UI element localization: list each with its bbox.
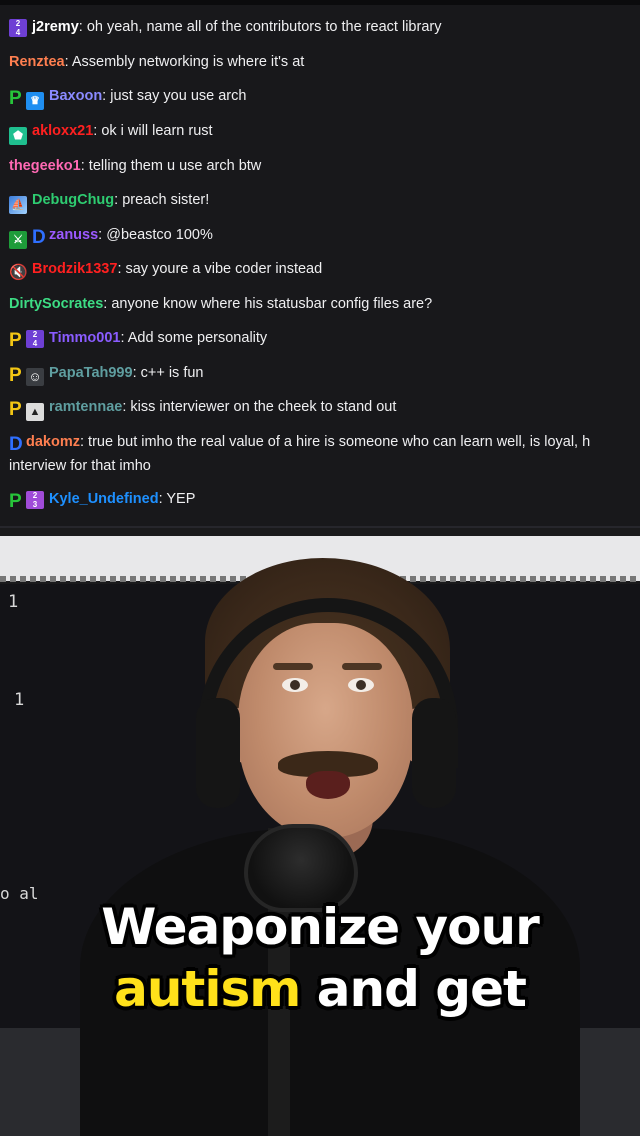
caption-rest: and get — [300, 960, 527, 1018]
chat-message: Ddakomz: true but imho the real value of… — [9, 431, 640, 454]
chat-message: P 2 4 Timmo001: Add some personality — [9, 327, 640, 350]
chat-text: : Add some personality — [120, 330, 268, 346]
chat-text: : just say you use arch — [102, 88, 247, 104]
chat-text: : kiss interviewer on the cheek to stand… — [122, 399, 397, 415]
2024-badge-icon: 24 — [26, 330, 44, 348]
chat-username[interactable]: PapaTah999 — [49, 365, 133, 381]
line-number: 1 — [14, 690, 25, 710]
chat-username[interactable]: Timmo001 — [49, 330, 120, 346]
chat-message: 🔇 Brodzik1337: say youre a vibe coder ins… — [9, 258, 640, 282]
chat-message-continuation: interview for that imho — [9, 455, 640, 478]
chat-username[interactable]: Kyle_Undefined — [49, 491, 159, 507]
chat-text: : ok i will learn rust — [93, 123, 213, 139]
chat-message: thegeeko1: telling them u use arch btw — [9, 155, 640, 178]
chat-username[interactable]: DirtySocrates — [9, 296, 103, 312]
chat-message: ⚔ Dzanuss: @beastco 100% — [9, 224, 640, 249]
chat-text: : say youre a vibe coder instead — [117, 261, 323, 277]
chat-username[interactable]: j2remy — [32, 19, 79, 35]
chat-text: : true but imho the real value of a hire… — [80, 434, 591, 450]
chat-username[interactable]: Renztea — [9, 54, 65, 70]
streamer-video: 1 1 o al Weaponize your autism and get — [0, 528, 640, 1136]
chat-username[interactable]: dakomz — [26, 434, 80, 450]
chat-text: : telling them u use arch btw — [80, 158, 262, 174]
chat-text: : @beastco 100% — [98, 227, 213, 243]
chat-username[interactable]: Brodzik1337 — [32, 261, 117, 277]
sword-badge-icon: ⚔ — [9, 231, 27, 249]
triangle-badge-icon: ▲ — [26, 403, 44, 421]
chat-username[interactable]: zanuss — [49, 227, 98, 243]
chat-message: P 2 3 Kyle_Undefined: YEP — [9, 488, 640, 511]
chat-text: : anyone know where his statusbar config… — [103, 296, 433, 312]
chat-message: ⛵ DebugChug: preach sister! — [9, 189, 640, 214]
prediction-yellow-icon: P — [9, 399, 22, 420]
chat-panel: 2 4 j2remy: oh yeah, name all of the contr… — [0, 0, 640, 528]
open-mouth — [306, 771, 350, 799]
2024-badge-icon: 24 — [9, 19, 27, 37]
gem-badge-icon: ⬟ — [9, 127, 27, 145]
chat-top-divider — [0, 0, 640, 5]
2023-badge-icon: 23 — [26, 491, 44, 509]
bot-badge-icon: ☺ — [26, 368, 44, 386]
chat-text: : preach sister! — [114, 192, 210, 208]
mute-badge-icon: 🔇 — [9, 264, 28, 281]
chat-username[interactable]: thegeeko1 — [9, 158, 81, 174]
chat-message: P ▲ ramtennae: kiss interviewer on the che… — [9, 396, 640, 421]
chat-username[interactable]: DebugChug — [32, 192, 114, 208]
prediction-yellow-icon: P — [9, 365, 22, 386]
prediction-yellow-icon: P — [9, 330, 22, 351]
chat-text: interview for that imho — [9, 458, 151, 474]
chat-text: : Assembly networking is where it's at — [64, 54, 305, 70]
prediction-green-icon: P — [9, 491, 22, 512]
chat-message: P ♛ Baxoon: just say you use arch — [9, 85, 640, 110]
chat-message: 2 4 j2remy: oh yeah, name all of the contr… — [9, 16, 640, 39]
chat-message: Renztea: Assembly networking is where it… — [9, 51, 640, 74]
prediction-blue-icon: D — [9, 434, 23, 455]
caption-line-1: Weaponize your — [101, 898, 540, 956]
chat-message: DirtySocrates: anyone know where his sta… — [9, 293, 640, 316]
chat-username[interactable]: ramtennae — [49, 399, 122, 415]
caption-line-2: autism and get — [0, 960, 640, 1018]
chat-text: : YEP — [158, 491, 196, 507]
chat-message: P ☺ PapaTah999: c++ is fun — [9, 362, 640, 386]
prediction-green-icon: P — [9, 88, 22, 109]
chat-text: : oh yeah, name all of the contributors … — [78, 19, 442, 35]
chat-username[interactable]: Baxoon — [49, 88, 102, 104]
prediction-blue-icon: D — [32, 227, 46, 248]
chat-message: ⬟ akloxx21: ok i will learn rust — [9, 120, 640, 145]
chat-text: : c++ is fun — [132, 365, 204, 381]
line-number: 1 — [8, 592, 19, 612]
caption-highlight: autism — [114, 960, 301, 1018]
crown-badge-icon: ♛ — [26, 92, 44, 110]
headphone-cup — [412, 698, 456, 808]
headphone-cup — [196, 698, 240, 808]
art-badge-icon: ⛵ — [9, 196, 27, 214]
chat-username[interactable]: akloxx21 — [32, 123, 93, 139]
